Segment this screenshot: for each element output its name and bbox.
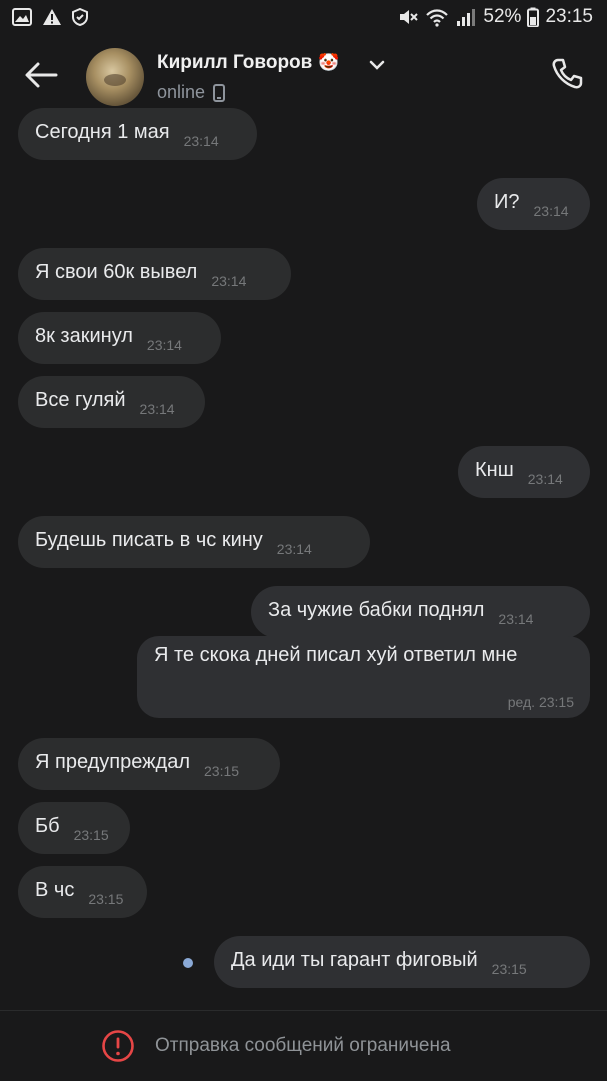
message-text: И? <box>494 190 520 213</box>
message-text: Я те скока дней писал хуй ответил мне <box>154 644 518 666</box>
message-text: Сегодня 1 мая <box>35 120 170 143</box>
unread-indicator <box>183 958 193 968</box>
avatar[interactable] <box>86 48 144 106</box>
message-text: Я свои 60к вывел <box>35 260 198 283</box>
signal-icon <box>457 9 476 26</box>
mobile-icon <box>213 83 226 102</box>
restriction-notice: Отправка сообщений ограничена <box>155 1035 451 1056</box>
battery-icon <box>527 7 540 27</box>
message-bubble[interactable]: Бб 23:15 <box>18 802 130 854</box>
message-time: 23:14 <box>533 203 569 219</box>
mute-icon <box>400 10 419 24</box>
message-time: 23:15 <box>491 961 527 977</box>
shield-icon <box>72 8 88 26</box>
message-time-edited: ред. 23:15 <box>507 694 574 710</box>
image-icon <box>12 8 32 26</box>
phone-icon[interactable] <box>549 56 585 92</box>
chevron-down-icon[interactable] <box>368 58 386 72</box>
message-bubble[interactable]: Будешь писать в чс кину 23:14 <box>18 516 370 568</box>
message-text: Кнш <box>475 458 514 481</box>
message-bubble[interactable]: За чужие бабки поднял 23:14 <box>251 586 590 638</box>
contact-status: online <box>157 82 226 103</box>
message-bubble[interactable]: Да иди ты гарант фиговый 23:15 <box>214 936 590 988</box>
message-bubble[interactable]: Я те скока дней писал хуй ответил мне ре… <box>137 636 590 718</box>
contact-name[interactable]: Кирилл Говоров 🤡 <box>157 52 340 74</box>
back-arrow-icon[interactable] <box>22 56 60 94</box>
clown-emoji: 🤡 <box>318 53 340 72</box>
message-text: Я предупреждал <box>35 750 190 773</box>
message-text: В чс <box>35 878 75 901</box>
message-text: 8к закинул <box>35 324 133 347</box>
message-time: 23:14 <box>276 541 312 557</box>
message-bubble[interactable]: Кнш 23:14 <box>458 446 590 498</box>
battery-percent: 52% <box>483 6 522 27</box>
message-bubble[interactable]: Все гуляй 23:14 <box>18 376 205 428</box>
message-time: 23:14 <box>211 273 247 289</box>
message-time: 23:14 <box>146 337 182 353</box>
message-time: 23:15 <box>88 891 124 907</box>
contact-name-text: Кирилл Говоров <box>157 52 313 73</box>
message-bubble[interactable]: Сегодня 1 мая 23:14 <box>18 108 257 160</box>
message-text: За чужие бабки поднял <box>268 598 485 621</box>
message-text: Да иди ты гарант фиговый <box>231 948 478 971</box>
message-time: 23:14 <box>139 401 175 417</box>
message-text: Все гуляй <box>35 388 126 411</box>
message-text: Бб <box>35 814 60 837</box>
message-time: 23:14 <box>498 611 534 627</box>
status-bar: 52% 23:15 <box>0 0 607 36</box>
message-bubble[interactable]: 8к закинул 23:14 <box>18 312 221 364</box>
chat-header: Кирилл Говоров 🤡 online <box>0 36 607 118</box>
alert-icon <box>43 9 61 25</box>
wifi-icon <box>426 9 449 27</box>
message-bubble[interactable]: Я предупреждал 23:15 <box>18 738 280 790</box>
message-time: 23:15 <box>73 827 109 843</box>
warning-circle-icon <box>102 1030 134 1062</box>
message-time: 23:14 <box>183 133 219 149</box>
message-bubble[interactable]: В чс 23:15 <box>18 866 147 918</box>
message-bubble[interactable]: Я свои 60к вывел 23:14 <box>18 248 291 300</box>
status-time: 23:15 <box>545 6 593 27</box>
restricted-footer: Отправка сообщений ограничена <box>0 1010 607 1081</box>
message-bubble[interactable]: И? 23:14 <box>477 178 590 230</box>
message-text: Будешь писать в чс кину <box>35 528 263 551</box>
message-time: 23:14 <box>527 471 563 487</box>
status-text: online <box>157 82 206 102</box>
message-time: 23:15 <box>204 763 240 779</box>
